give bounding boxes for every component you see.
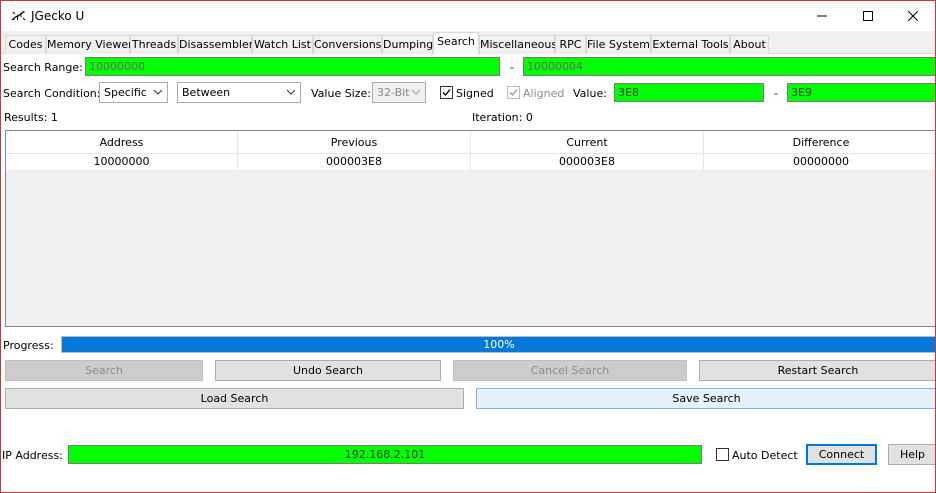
value-label: Value: — [573, 87, 607, 100]
auto-detect-label: Auto Detect — [732, 449, 798, 462]
value-size-label: Value Size: — [311, 87, 371, 100]
maximize-icon — [863, 11, 873, 21]
signed-checkbox[interactable] — [440, 86, 453, 99]
tab-about[interactable]: About — [730, 35, 769, 54]
checkmark-icon — [442, 89, 451, 96]
search-button[interactable]: Search — [5, 360, 203, 381]
value-separator: - — [774, 87, 778, 100]
load-search-button[interactable]: Load Search — [5, 388, 464, 409]
minimize-icon — [817, 15, 827, 17]
progress-label: Progress: — [3, 339, 54, 352]
table-header: Address Previous Current Difference — [6, 131, 935, 154]
title-bar[interactable]: JGecko U — [1, 1, 935, 31]
search-range-label: Search Range: — [3, 61, 83, 74]
search-range-end-input[interactable]: 10000004 — [523, 57, 935, 76]
help-button[interactable]: Help — [888, 444, 935, 465]
tab-conversions[interactable]: Conversions — [313, 35, 382, 54]
column-header-address[interactable]: Address — [6, 131, 238, 154]
column-header-current[interactable]: Current — [471, 131, 704, 154]
results-table[interactable]: Address Previous Current Difference 1000… — [5, 130, 935, 327]
value-size-select[interactable]: 32-Bit — [372, 82, 426, 103]
tab-dumping[interactable]: Dumping — [382, 35, 433, 54]
tab-file-system[interactable]: File System — [586, 35, 651, 54]
ip-address-label: IP Address: — [2, 449, 63, 462]
gecko-app-icon — [11, 11, 26, 21]
search-range-separator: - — [510, 61, 514, 74]
value-from-input[interactable]: 3E8 — [614, 83, 764, 102]
tab-strip: Codes Memory Viewer Threads Disassembler… — [1, 32, 935, 55]
cancel-search-button[interactable]: Cancel Search — [453, 360, 687, 381]
ip-address-input[interactable]: 192.168.2.101 — [68, 445, 702, 464]
tab-external-tools[interactable]: External Tools — [651, 35, 730, 54]
column-header-previous[interactable]: Previous — [238, 131, 471, 154]
chevron-down-icon — [412, 89, 420, 95]
jgecko-window: JGecko U Codes Memory Viewer Threads Dis… — [0, 0, 936, 493]
checkmark-icon — [509, 89, 518, 96]
results-count: Results: 1 — [4, 111, 58, 124]
undo-search-button[interactable]: Undo Search — [215, 360, 441, 381]
cell-previous: 000003E8 — [238, 154, 471, 170]
tab-rpc[interactable]: RPC — [555, 35, 586, 54]
maximize-button[interactable] — [845, 1, 891, 31]
value-size-value: 32-Bit — [377, 86, 410, 99]
auto-detect-checkbox[interactable] — [716, 448, 729, 461]
connect-button[interactable]: Connect — [806, 444, 877, 465]
column-header-difference[interactable]: Difference — [704, 131, 935, 154]
aligned-label: Aligned — [523, 87, 565, 100]
window-title: JGecko U — [31, 9, 85, 23]
save-search-button[interactable]: Save Search — [476, 388, 935, 409]
close-icon — [908, 11, 918, 21]
tab-threads[interactable]: Threads — [130, 35, 178, 54]
tab-disassembler[interactable]: Disassembler — [178, 35, 253, 54]
minimize-button[interactable] — [799, 1, 845, 31]
cell-address: 10000000 — [6, 154, 238, 170]
close-button[interactable] — [890, 1, 935, 31]
search-panel: Search Range: 10000000 - 10000004 Search… — [1, 54, 935, 492]
search-mode-value: Specific — [104, 86, 147, 99]
search-mode-select[interactable]: Specific — [99, 82, 168, 103]
cell-difference: 00000000 — [793, 155, 849, 168]
progress-bar: 100% — [61, 336, 935, 353]
signed-label: Signed — [456, 87, 494, 100]
tab-codes[interactable]: Codes — [5, 35, 46, 54]
tab-watch-list[interactable]: Watch List — [252, 35, 313, 54]
cell-current: 000003E8 — [471, 154, 704, 170]
table-row[interactable]: 10000000 000003E8 000003E8 00000000 — [6, 154, 935, 170]
search-condition-label: Search Condition: — [3, 87, 101, 100]
restart-search-button[interactable]: Restart Search — [699, 360, 935, 381]
iteration-count: Iteration: 0 — [472, 111, 533, 124]
progress-text: 100% — [483, 338, 515, 351]
chevron-down-icon — [154, 89, 162, 95]
tab-search[interactable]: Search — [433, 32, 479, 55]
tab-memory-viewer[interactable]: Memory Viewer — [46, 35, 133, 54]
search-range-start-input[interactable]: 10000000 — [85, 57, 500, 76]
value-to-input[interactable]: 3E9 — [787, 83, 935, 102]
search-operator-select[interactable]: Between — [177, 82, 301, 103]
chevron-down-icon — [287, 89, 295, 95]
search-operator-value: Between — [182, 86, 231, 99]
tab-miscellaneous[interactable]: Miscellaneous — [479, 35, 557, 54]
aligned-checkbox[interactable] — [507, 86, 520, 99]
